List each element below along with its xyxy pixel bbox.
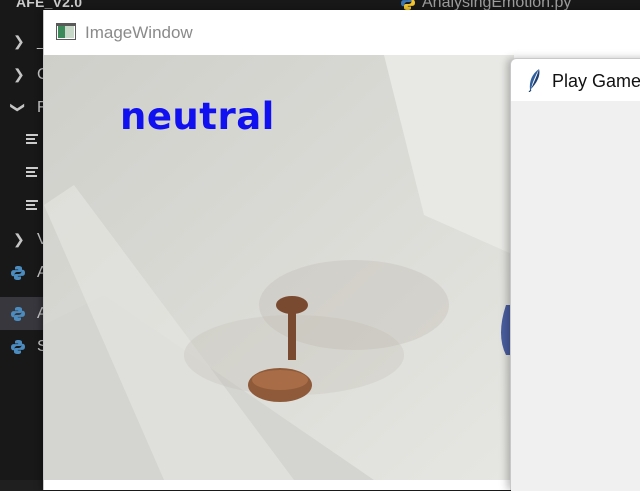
explorer-file-row-selected[interactable]: A	[0, 297, 48, 330]
text-file-icon	[26, 167, 38, 180]
explorer-file-row[interactable]: A	[0, 256, 48, 289]
chevron-right-icon: ❯	[13, 33, 25, 49]
python-icon	[11, 265, 25, 280]
chevron-down-icon: ❯	[10, 101, 27, 114]
python-icon	[11, 339, 25, 354]
explorer-folder-row[interactable]: ❯ F	[0, 91, 46, 124]
explorer-folder-row[interactable]: ❯ C	[0, 58, 49, 91]
explorer-file-row[interactable]	[0, 124, 44, 157]
play-game-title-bar[interactable]: Play Game	[511, 59, 640, 101]
image-window-title: ImageWindow	[85, 23, 193, 42]
explorer-file-row[interactable]: S	[0, 330, 48, 363]
text-file-icon	[26, 200, 38, 213]
explorer-file-row[interactable]	[0, 157, 44, 190]
camera-feed: neutral	[44, 55, 514, 480]
tk-feather-icon	[528, 69, 540, 92]
play-game-window[interactable]: Play Game	[510, 58, 640, 491]
explorer-folder-row[interactable]: ❯ _	[0, 25, 46, 58]
explorer-sidebar: ❯ _ ❯ C ❯ F ❯ V A A	[0, 12, 49, 480]
explorer-file-row[interactable]	[0, 190, 44, 223]
python-icon	[11, 306, 25, 321]
image-window-title-bar[interactable]: ImageWindow	[44, 10, 640, 55]
play-game-title: Play Game	[552, 71, 640, 91]
detected-emotion-label: neutral	[120, 95, 275, 138]
chevron-right-icon: ❯	[13, 66, 25, 82]
play-game-body	[511, 101, 640, 491]
chevron-right-icon: ❯	[13, 231, 25, 247]
explorer-folder-row[interactable]: ❯ V	[0, 223, 48, 256]
image-window-icon	[56, 23, 76, 40]
text-file-icon	[26, 134, 38, 147]
ceiling-fan-scene	[44, 55, 514, 480]
project-title: AFE_V2.0	[16, 0, 83, 10]
